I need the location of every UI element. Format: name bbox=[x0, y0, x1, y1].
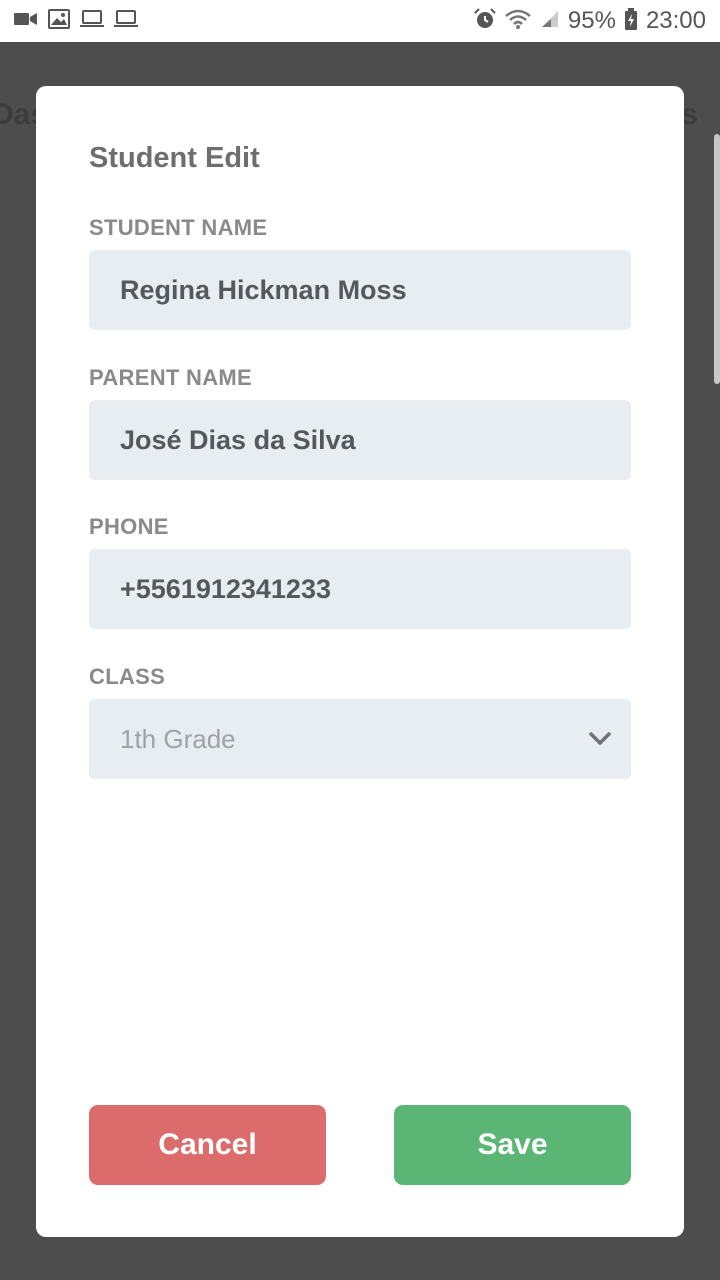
student-name-label: STUDENT NAME bbox=[89, 215, 268, 240]
status-bar: 95% 23:00 bbox=[0, 0, 720, 42]
save-button[interactable]: Save bbox=[394, 1105, 631, 1185]
phone-label: PHONE bbox=[89, 514, 169, 539]
phone-input[interactable]: +5561912341233 bbox=[89, 549, 631, 629]
student-edit-modal: Student Edit STUDENT NAME Regina Hickman… bbox=[36, 86, 684, 1237]
cancel-button[interactable]: Cancel bbox=[89, 1105, 326, 1185]
laptop-icon bbox=[114, 9, 138, 34]
battery-percent: 95% bbox=[567, 7, 616, 34]
status-bar-system: 95% 23:00 bbox=[474, 7, 706, 35]
class-label: CLASS bbox=[89, 664, 166, 689]
class-selected-value: 1th Grade bbox=[120, 723, 236, 754]
modal-title: Student Edit bbox=[89, 142, 260, 174]
alarm-icon bbox=[474, 7, 496, 35]
image-icon bbox=[48, 8, 70, 34]
video-icon bbox=[14, 11, 38, 32]
signal-icon bbox=[540, 9, 560, 34]
battery-icon bbox=[624, 7, 638, 35]
clock: 23:00 bbox=[645, 7, 706, 34]
parent-name-label: PARENT NAME bbox=[89, 365, 253, 390]
student-name-input[interactable]: Regina Hickman Moss bbox=[89, 250, 631, 330]
background-scrollbar bbox=[714, 134, 720, 384]
student-name-value: Regina Hickman Moss bbox=[120, 274, 407, 305]
parent-name-input[interactable]: José Dias da Silva bbox=[89, 400, 631, 480]
status-bar-notifications bbox=[14, 8, 138, 34]
class-select[interactable]: 1th Grade bbox=[89, 699, 631, 779]
phone-value: +5561912341233 bbox=[120, 573, 331, 604]
chevron-down-icon bbox=[587, 726, 613, 752]
laptop-icon bbox=[80, 9, 104, 34]
parent-name-value: José Dias da Silva bbox=[120, 424, 356, 455]
wifi-icon bbox=[504, 8, 532, 35]
